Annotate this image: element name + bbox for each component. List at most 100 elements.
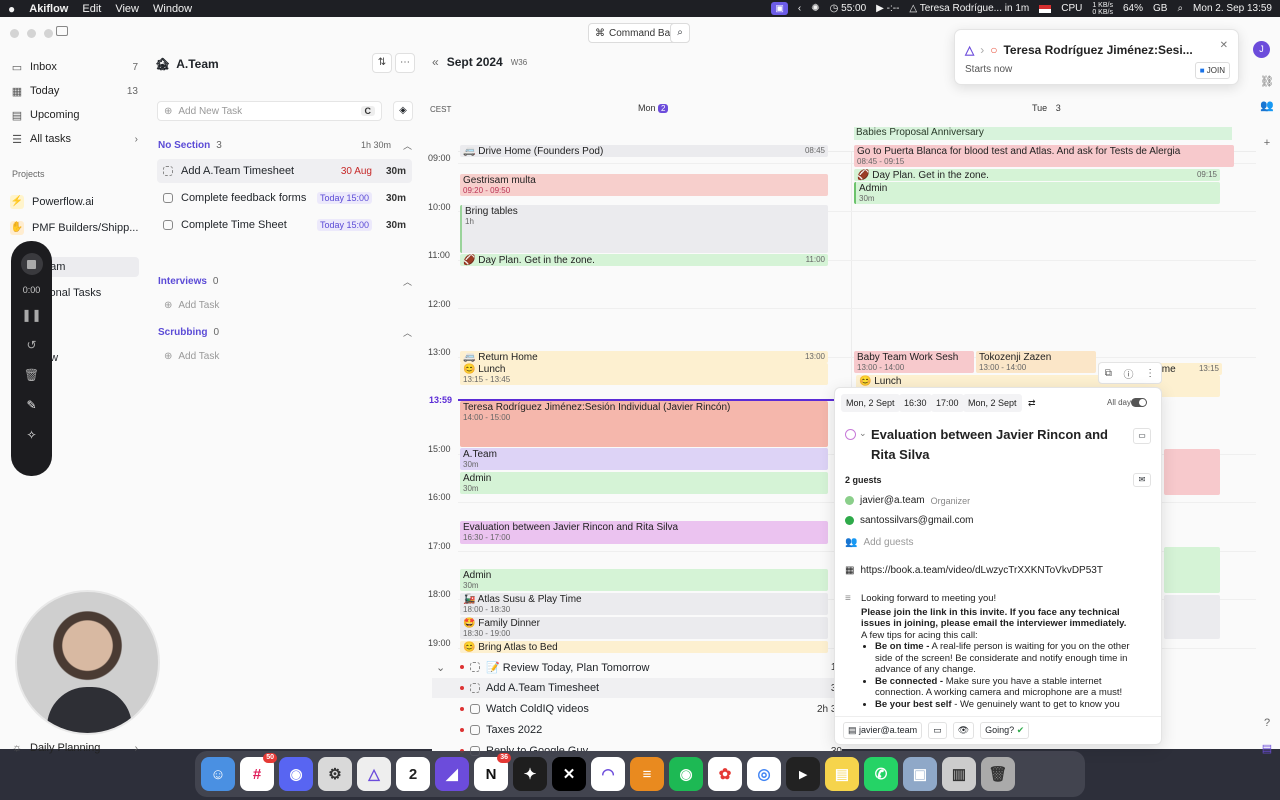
list-item[interactable]: ⌄ 📝 Review Today, Plan Tomorrow 15: [432, 657, 842, 677]
event-return-home[interactable]: 🚐 Return Home 13:00: [460, 351, 828, 363]
task-row[interactable]: Complete feedback forms Today 15:00 30m: [157, 186, 412, 210]
meeting-notification[interactable]: △ › ○ Teresa Rodríguez Jiménez:Sesi... S…: [954, 29, 1239, 85]
task-checkbox[interactable]: [470, 662, 480, 672]
avatar[interactable]: J: [1253, 41, 1270, 58]
x-icon[interactable]: ✕: [552, 757, 586, 791]
allday-event[interactable]: Babies Proposal Anniversary: [854, 127, 1232, 140]
notion-icon[interactable]: N 36: [474, 753, 511, 791]
linear-icon[interactable]: ◢: [435, 757, 469, 791]
project-personal-tasks[interactable]: sonal Tasks: [44, 283, 139, 303]
allday-toggle[interactable]: [1131, 398, 1147, 407]
calendar-selector[interactable]: ▤ javier@a.team: [843, 722, 923, 739]
task-checkbox[interactable]: [163, 166, 173, 176]
day-header-mon[interactable]: Mon 2: [638, 103, 669, 113]
chat-icon[interactable]: ▤: [1260, 742, 1274, 755]
task-duration[interactable]: 30m: [378, 193, 406, 204]
menubar-app-name[interactable]: Akiflow: [29, 3, 68, 15]
search-button[interactable]: ⌕: [670, 23, 690, 43]
event-ateam[interactable]: A.Team 30m: [460, 448, 828, 470]
chevron-down-icon[interactable]: ⌄: [436, 661, 445, 674]
automator-icon[interactable]: ⚙: [318, 757, 352, 791]
task-checkbox[interactable]: [163, 220, 173, 230]
sublime-icon[interactable]: ≡: [630, 757, 664, 791]
terminal-icon[interactable]: ▸: [786, 757, 820, 791]
meeting-link[interactable]: ▦ https://book.a.team/video/dLwzycTrXXKN…: [845, 565, 1103, 576]
event-tue-block[interactable]: [1164, 595, 1220, 639]
project-pmf-builders[interactable]: ✋ PMF Builders/Shipp...: [10, 218, 140, 238]
sidebar-toggle-icon[interactable]: [56, 26, 68, 36]
restart-icon[interactable]: ↺: [26, 335, 36, 355]
preview-icon[interactable]: ▣: [903, 757, 937, 791]
keyboard-layout[interactable]: GB: [1153, 3, 1167, 14]
project-ateam[interactable]: eam: [44, 257, 139, 277]
akiflow-icon[interactable]: △: [357, 757, 391, 791]
add-task-button[interactable]: ⊕ Add Task: [164, 351, 219, 362]
menu-window[interactable]: Window: [153, 3, 192, 15]
menu-view[interactable]: View: [115, 3, 139, 15]
zoom-window-button[interactable]: [44, 29, 53, 38]
chevron-up-icon[interactable]: ︿: [403, 326, 412, 339]
section-no-section[interactable]: No Section 3 1h 30m ︿: [158, 137, 412, 153]
event-day-plan-tue[interactable]: 🏈 Day Plan. Get in the zone. 09:15: [854, 169, 1220, 181]
trash-icon[interactable]: 🗑: [981, 757, 1015, 791]
close-window-button[interactable]: [10, 29, 19, 38]
join-button[interactable]: ■ JOIN: [1194, 62, 1230, 79]
mail-icon[interactable]: ✉: [1133, 473, 1151, 487]
pen-icon[interactable]: ✎: [26, 395, 36, 415]
event-admin-1[interactable]: Admin 30m: [460, 472, 828, 494]
event-family-dinner[interactable]: 🤩 Family Dinner 18:30 - 19:00: [460, 617, 828, 639]
event-description[interactable]: Looking forward to meeting you! Please j…: [861, 593, 1137, 711]
start-date-chip[interactable]: Mon, 2 Sept: [841, 394, 900, 412]
menu-edit[interactable]: Edit: [82, 3, 101, 15]
chevron-left-icon[interactable]: ‹: [798, 3, 801, 14]
event-tokozenji[interactable]: Tokozenji Zazen 13:00 - 14:00: [976, 351, 1096, 373]
event-admin-tue[interactable]: Admin 30m: [854, 182, 1220, 204]
project-powerflow[interactable]: ⚡ Powerflow.ai: [10, 192, 140, 212]
more-icon[interactable]: ⋯: [395, 53, 415, 73]
section-scrubbing[interactable]: Scrubbing 0 ︿: [158, 324, 412, 340]
project-flow[interactable]: ow: [44, 348, 139, 368]
info-icon[interactable]: ⓘ: [1124, 366, 1134, 381]
sidebar-item-all-tasks[interactable]: ☰ All tasks ›: [10, 129, 138, 149]
pause-icon[interactable]: ❚❚: [21, 305, 41, 325]
task-date[interactable]: Today 15:00: [316, 219, 372, 231]
battery-status[interactable]: 64%: [1123, 3, 1143, 14]
sidebar-item-today[interactable]: ▦ Today 13: [10, 81, 138, 101]
task-row[interactable]: Complete Time Sheet Today 15:00 30m: [157, 213, 412, 237]
section-interviews[interactable]: Interviews 0 ︿: [158, 273, 412, 289]
whatsapp-icon[interactable]: ✆: [864, 757, 898, 791]
task-row[interactable]: Add A.Team Timesheet 30 Aug 30m: [157, 159, 412, 183]
meeting-url[interactable]: https://book.a.team/video/dLwzycTrXXKNTo…: [860, 565, 1103, 576]
spotify-icon[interactable]: ◉: [669, 757, 703, 791]
repeat-icon[interactable]: ⇄: [1023, 394, 1041, 412]
chevron-down-icon[interactable]: ⌄: [859, 428, 867, 439]
open-icon[interactable]: ⧉: [1105, 368, 1112, 379]
chevron-up-icon[interactable]: ︿: [403, 139, 412, 152]
menubar-meeting[interactable]: △ Teresa Rodrígue... in 1m: [909, 3, 1029, 14]
task-checkbox[interactable]: [163, 193, 173, 203]
layers-icon[interactable]: ◈: [393, 101, 413, 121]
event-teresa-session[interactable]: Teresa Rodríguez Jiménez:Sesión Individu…: [460, 401, 828, 447]
guest-row[interactable]: santossilvars@gmail.com: [845, 515, 974, 526]
chevron-up-icon[interactable]: ︿: [403, 275, 412, 288]
video-call-icon[interactable]: ▭: [1133, 428, 1151, 444]
collapse-left-icon[interactable]: «: [432, 55, 439, 69]
event-gestrisam[interactable]: Gestrisam multa 09:20 - 09:50: [460, 174, 828, 196]
minimize-window-button[interactable]: [27, 29, 36, 38]
sort-icon[interactable]: ⇅: [372, 53, 392, 73]
end-date-chip[interactable]: Mon, 2 Sept: [963, 394, 1022, 412]
apple-icon[interactable]: ●: [8, 2, 15, 16]
task-date[interactable]: Today 15:00: [316, 192, 372, 204]
task-date[interactable]: 30 Aug: [341, 166, 372, 177]
event-title[interactable]: Evaluation between Javier Rincon and Rit…: [871, 425, 1133, 465]
sidebar-item-upcoming[interactable]: ▤ Upcoming: [10, 105, 138, 125]
task-duration[interactable]: 30m: [378, 166, 406, 177]
event-puerta-blanca[interactable]: Go to Puerta Blanca for blood test and A…: [854, 145, 1234, 167]
list-item[interactable]: Add A.Team Timesheet 30: [432, 678, 842, 698]
event-color-icon[interactable]: [845, 429, 856, 440]
close-icon[interactable]: ✕: [1220, 40, 1228, 51]
end-time-chip[interactable]: 17:00: [931, 394, 964, 412]
sidebar-item-daily-planning[interactable]: ☼ Daily Planning ›: [10, 738, 138, 758]
link-icon[interactable]: ⛓: [1260, 75, 1274, 88]
add-icon[interactable]: +: [1260, 137, 1274, 149]
